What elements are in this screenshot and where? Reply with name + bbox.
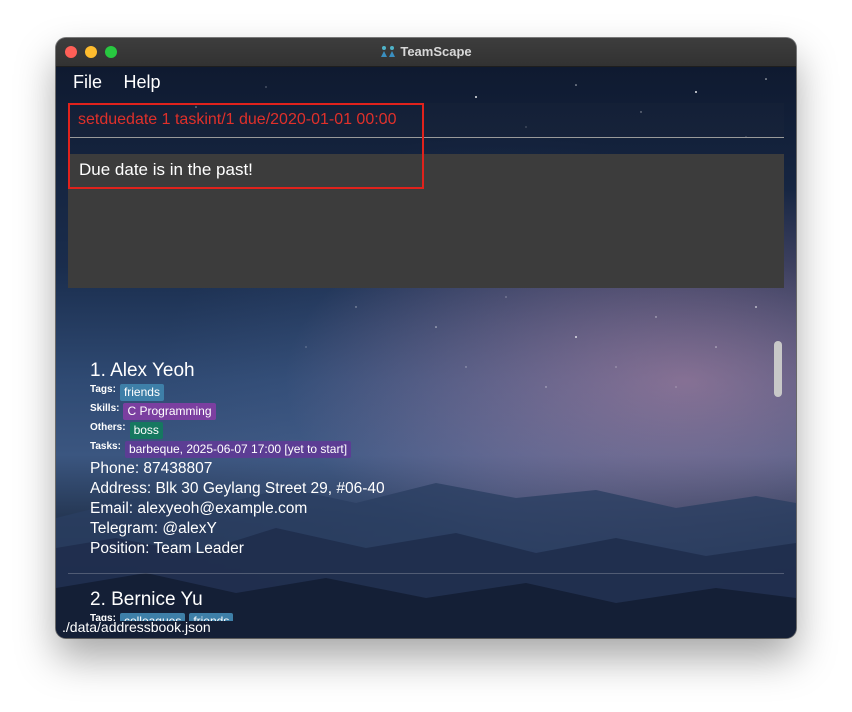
list-scrollbar[interactable] [774, 341, 782, 397]
menu-help[interactable]: Help [123, 72, 160, 93]
tag-chip: friends [119, 384, 164, 401]
person-list[interactable]: 1. Alex Yeoh Tags: friends Skills: C Pro… [56, 297, 796, 621]
main-content: File Help Due date is in the past! 1. Al… [56, 67, 796, 638]
others-label: Others: [90, 422, 126, 433]
person-name: 2. Bernice Yu [90, 589, 203, 610]
title-bar: TeamScape [56, 38, 796, 67]
task-chip: barbeque, 2025-06-07 17:00 [yet to start… [124, 441, 352, 458]
teamscape-logo-icon [380, 39, 396, 67]
command-box [68, 103, 784, 138]
telegram-text: Telegram: @alexY [90, 520, 217, 537]
window-title-area: TeamScape [56, 38, 796, 66]
command-input[interactable] [78, 109, 768, 131]
person-card[interactable]: 1. Alex Yeoh Tags: friends Skills: C Pro… [90, 359, 385, 559]
others-row: Others: boss [90, 421, 385, 440]
tags-label: Tags: [90, 384, 116, 395]
save-location-text: ./data/addressbook.json [62, 619, 211, 635]
window-title: TeamScape [400, 44, 472, 59]
position-text: Position: Team Leader [90, 540, 244, 557]
tasks-row: Tasks: barbeque, 2025-06-07 17:00 [yet t… [90, 440, 385, 459]
card-divider [68, 573, 784, 574]
address-text: Address: Blk 30 Geylang Street 29, #06-4… [90, 480, 385, 497]
tasks-label: Tasks: [90, 441, 121, 452]
email-text: Email: alexyeoh@example.com [90, 500, 308, 517]
skills-label: Skills: [90, 403, 120, 414]
menu-file[interactable]: File [73, 72, 102, 93]
result-display: Due date is in the past! [68, 154, 784, 288]
app-window: TeamScape File Help setduedate 1 taskint… [56, 38, 796, 638]
skills-row: Skills: C Programming [90, 402, 385, 421]
person-name: 1. Alex Yeoh [90, 360, 195, 381]
skill-chip: C Programming [123, 403, 216, 420]
phone-text: Phone: 87438807 [90, 460, 213, 477]
menu-bar: File Help [73, 72, 178, 96]
status-bar: ./data/addressbook.json [56, 616, 796, 638]
other-chip: boss [129, 422, 163, 439]
result-message: Due date is in the past! [79, 160, 253, 179]
tags-row: Tags: friends [90, 383, 385, 402]
